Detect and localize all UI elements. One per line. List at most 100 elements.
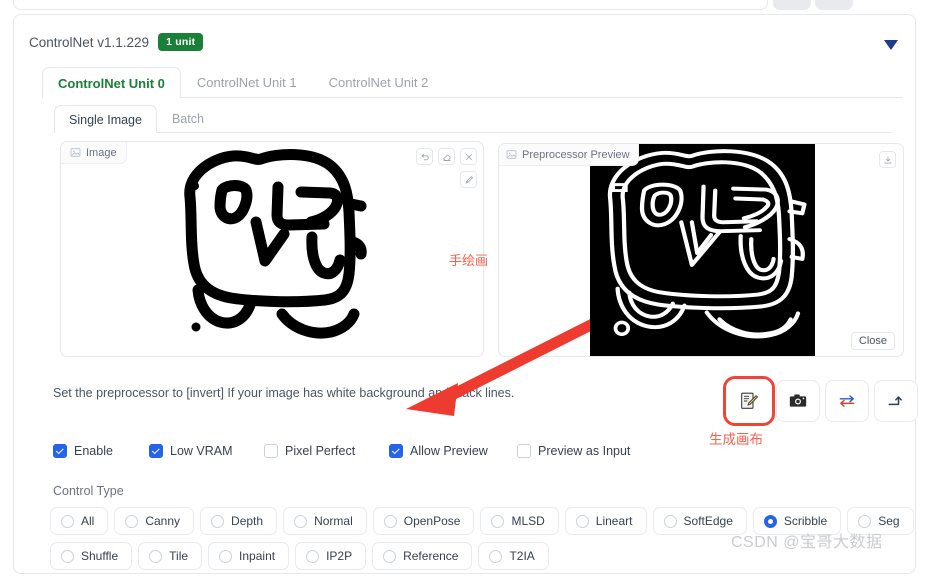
swap-arrows-icon	[839, 395, 855, 407]
control-type-reference[interactable]: Reference	[372, 542, 473, 570]
radio-icon	[211, 514, 225, 528]
check-icon	[149, 444, 163, 458]
radio-icon	[763, 514, 777, 528]
checkbox-preview-as-input[interactable]: Preview as Input	[517, 444, 630, 458]
download-icon[interactable]	[879, 151, 896, 168]
scribble-edge-map	[590, 144, 815, 356]
close-icon[interactable]	[460, 148, 477, 165]
checkbox-label: Allow Preview	[410, 444, 488, 458]
control-type-lineart[interactable]: Lineart	[564, 507, 647, 535]
control-type-normal[interactable]: Normal	[283, 507, 367, 535]
chip-label: SoftEdge	[683, 514, 733, 528]
options-checkbox-row: Enable Low VRAM Pixel Perfect Allow Prev…	[53, 444, 630, 458]
controlnet-panel: ControlNet v1.1.229 1 unit ControlNet Un…	[13, 14, 918, 574]
image-tool-group	[416, 148, 477, 188]
preprocessor-preview-panel: Preprocessor Preview Close	[498, 143, 904, 357]
image-icon	[506, 150, 517, 159]
mirror-webcam-button[interactable]	[825, 380, 869, 422]
control-type-shuffle[interactable]: Shuffle	[50, 542, 133, 570]
image-icon	[70, 148, 81, 157]
tab-controlnet-unit-0[interactable]: ControlNet Unit 0	[42, 67, 181, 98]
undo-icon[interactable]	[416, 148, 433, 165]
control-type-label: Control Type	[53, 484, 124, 498]
checkbox-label: Preview as Input	[538, 444, 631, 458]
control-type-inpaint[interactable]: Inpaint	[208, 542, 290, 570]
tab-single-image[interactable]: Single Image	[54, 105, 157, 133]
chip-label: IP2P	[326, 549, 353, 563]
chevron-down-icon[interactable]	[884, 40, 898, 50]
control-type-depth[interactable]: Depth	[200, 507, 278, 535]
annotation-canvas-note: 生成画布	[709, 432, 763, 447]
tab-batch[interactable]: Batch	[157, 105, 219, 132]
page-title: ControlNet v1.1.229	[29, 34, 150, 50]
chip-label: Depth	[231, 514, 264, 528]
control-type-openpose[interactable]: OpenPose	[372, 507, 475, 535]
partial-panel-above	[13, 0, 768, 10]
arrow-turn-icon	[888, 396, 902, 406]
image-panel-tag: Image	[61, 142, 127, 164]
send-dimensions-button[interactable]	[874, 380, 918, 422]
radio-icon	[489, 549, 503, 563]
controlnet-header: ControlNet v1.1.229 1 unit	[29, 33, 204, 51]
hand-drawn-sketch	[184, 149, 367, 339]
radio-icon	[383, 549, 397, 563]
checkbox-pixel-perfect[interactable]: Pixel Perfect	[264, 444, 389, 458]
chip-label: Normal	[314, 514, 353, 528]
control-type-canny[interactable]: Canny	[114, 507, 195, 535]
source-tab-bar: Single Image Batch	[54, 105, 891, 133]
radio-icon	[383, 514, 397, 528]
unit-tab-bar: ControlNet Unit 0 ControlNet Unit 1 Cont…	[42, 67, 903, 98]
radio-icon	[858, 514, 872, 528]
radio-icon	[306, 549, 320, 563]
sketch-canvas[interactable]	[165, 142, 377, 356]
checkbox-low-vram[interactable]: Low VRAM	[149, 444, 264, 458]
chip-label: Inpaint	[239, 549, 276, 563]
eraser-icon[interactable]	[438, 148, 455, 165]
control-type-tile[interactable]: Tile	[138, 542, 203, 570]
annotation-sketch-note: 手绘画	[449, 253, 489, 268]
chip-label: All	[81, 514, 95, 528]
chip-label: Canny	[145, 514, 181, 528]
toolbar-pill-button-1[interactable]	[773, 0, 811, 10]
tab-controlnet-unit-1[interactable]: ControlNet Unit 1	[181, 67, 313, 97]
chip-label: Shuffle	[81, 549, 119, 563]
checkbox-label: Low VRAM	[170, 444, 233, 458]
control-type-ip2p[interactable]: IP2P	[295, 542, 367, 570]
preprocessor-hint-text: Set the preprocessor to [invert] If your…	[53, 386, 515, 400]
image-drop-panel[interactable]: Image	[60, 141, 484, 357]
checkbox-allow-preview[interactable]: Allow Preview	[389, 444, 517, 458]
control-type-all[interactable]: All	[50, 507, 109, 535]
radio-icon	[149, 549, 163, 563]
check-icon	[264, 444, 278, 458]
image-panel-tag-label: Image	[86, 146, 117, 159]
watermark: CSDN @宝哥大数据	[731, 534, 883, 551]
chip-label: Tile	[169, 549, 189, 563]
check-icon	[389, 444, 403, 458]
checkbox-label: Enable	[74, 444, 113, 458]
control-type-t2ia[interactable]: T2IA	[478, 542, 549, 570]
unit-count-badge: 1 unit	[158, 33, 204, 51]
chip-label: Lineart	[595, 514, 633, 528]
webcam-button[interactable]	[776, 380, 820, 422]
check-icon	[517, 444, 531, 458]
create-canvas-button[interactable]	[723, 376, 775, 426]
memo-pencil-icon	[741, 392, 759, 409]
chip-label: Scribble	[783, 514, 828, 528]
checkbox-enable[interactable]: Enable	[53, 444, 149, 458]
tab-controlnet-unit-2[interactable]: ControlNet Unit 2	[313, 67, 445, 97]
radio-icon	[125, 514, 139, 528]
toolbar-pill-button-2[interactable]	[815, 0, 853, 10]
radio-icon	[61, 549, 74, 563]
chip-label: T2IA	[509, 549, 535, 563]
radio-icon	[491, 514, 505, 528]
radio-icon	[663, 514, 677, 528]
close-preview-button[interactable]: Close	[850, 332, 895, 350]
checkbox-label: Pixel Perfect	[285, 444, 356, 458]
camera-icon	[789, 394, 807, 407]
pen-icon[interactable]	[460, 171, 477, 188]
chip-label: Seg	[878, 514, 900, 528]
chip-label: OpenPose	[403, 514, 461, 528]
control-type-mlsd[interactable]: MLSD	[480, 507, 559, 535]
preprocessor-panel-tag-label: Preprocessor Preview	[522, 148, 630, 161]
radio-icon	[294, 514, 308, 528]
